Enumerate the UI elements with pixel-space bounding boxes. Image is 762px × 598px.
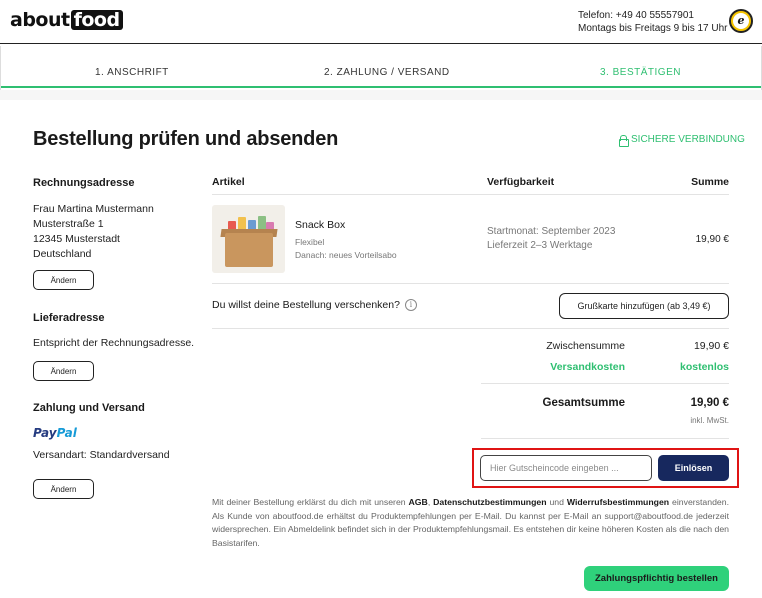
product-divider <box>212 283 729 284</box>
checkout-steps: 1. ANSCHRIFT 2. ZAHLUNG / VERSAND 3. BES… <box>0 46 762 90</box>
opening-hours: Montags bis Freitags 9 bis 17 Uhr <box>578 23 728 34</box>
contact-info: Telefon: +49 40 55557901 Montags bis Fre… <box>578 9 728 35</box>
redeem-voucher-button[interactable]: Einlösen <box>658 455 729 481</box>
availability-info: Startmonat: September 2023 Lieferzeit 2–… <box>487 225 615 253</box>
gift-question-text: Du willst deine Bestellung verschenken? <box>212 299 400 311</box>
steps-progress-line <box>1 86 761 88</box>
privacy-link[interactable]: Datenschutzbestimmungen <box>433 497 546 507</box>
lock-icon <box>619 134 629 147</box>
table-header-divider <box>212 194 729 195</box>
phone-number: Telefon: +49 40 55557901 <box>578 10 694 21</box>
aboutfood-logo[interactable]: about food <box>10 9 123 31</box>
paypal-logo: PayPal <box>33 426 77 440</box>
trusted-shops-badge-icon[interactable]: e <box>729 9 753 33</box>
product-price: 19,90 € <box>695 234 729 245</box>
billing-heading: Rechnungsadresse <box>33 177 135 189</box>
voucher-divider <box>481 438 729 439</box>
info-icon[interactable]: i <box>404 299 417 311</box>
change-payment-button[interactable]: Ändern <box>33 479 94 499</box>
logo-about-text: about <box>10 9 70 31</box>
secure-connection-label: SICHERE VERBINDUNG <box>631 134 745 145</box>
col-header-availability: Verfügbarkeit <box>487 176 555 188</box>
shipping-heading: Lieferadresse <box>33 312 105 324</box>
shipping-cost-value: kostenlos <box>679 361 729 373</box>
shipping-type: Versandart: Standardversand <box>33 449 170 461</box>
total-value: 19,90 € <box>690 397 729 409</box>
col-header-article: Artikel <box>212 176 245 188</box>
step-payment-shipping[interactable]: 2. ZAHLUNG / VERSAND <box>324 67 450 78</box>
product-subscription-note: Danach: neues Vorteilsabo <box>295 250 397 260</box>
delivery-time: Lieferzeit 2–3 Werktage <box>487 240 593 251</box>
withdrawal-link[interactable]: Widerrufsbestimmungen <box>567 497 669 507</box>
billing-name: Frau Martina Mustermann <box>33 203 154 215</box>
paypal-pal: Pal <box>56 426 77 440</box>
vat-note: inkl. MwSt. <box>690 416 729 425</box>
logo-food-text: food <box>70 10 123 30</box>
legal-notice: Mit deiner Bestellung erklärst du dich m… <box>212 496 729 550</box>
add-greeting-card-button[interactable]: Grußkarte hinzufügen (ab 3,49 €) <box>559 293 729 319</box>
place-order-button[interactable]: Zahlungspflichtig bestellen <box>584 566 729 591</box>
step-address[interactable]: 1. ANSCHRIFT <box>95 67 169 78</box>
billing-country: Deutschland <box>33 248 92 260</box>
product-name: Snack Box <box>295 219 346 231</box>
billing-city: 12345 Musterstadt <box>33 233 120 245</box>
product-variant: Flexibel <box>295 237 325 247</box>
legal-sep-2: und <box>546 497 567 507</box>
divider-band <box>0 90 762 100</box>
site-header: about food Telefon: +49 40 55557901 Monta… <box>0 0 762 44</box>
start-month: Startmonat: September 2023 <box>487 226 616 237</box>
shipping-address-text: Entspricht der Rechnungsadresse. <box>33 337 195 349</box>
voucher-code-input[interactable] <box>480 455 652 481</box>
billing-street: Musterstraße 1 <box>33 218 104 230</box>
page-title: Bestellung prüfen und absenden <box>33 128 339 150</box>
secure-connection: SICHERE VERBINDUNG <box>619 134 745 147</box>
legal-intro: Mit deiner Bestellung erklärst du dich m… <box>212 497 409 507</box>
subtotal-value: 19,90 € <box>693 340 729 352</box>
shipping-cost-label: Versandkosten <box>550 361 625 373</box>
change-shipping-button[interactable]: Ändern <box>33 361 94 381</box>
gift-question: Du willst deine Bestellung verschenken? … <box>212 299 417 311</box>
payment-heading: Zahlung und Versand <box>33 402 145 414</box>
paypal-pay: Pay <box>33 426 57 440</box>
col-header-sum: Summe <box>691 176 729 188</box>
total-label: Gesamtsumme <box>542 397 625 409</box>
totals-divider <box>481 383 729 384</box>
agb-link[interactable]: AGB <box>409 497 428 507</box>
change-billing-button[interactable]: Ändern <box>33 270 94 290</box>
step-confirm: 3. BESTÄTIGEN <box>600 67 681 78</box>
billing-address: Frau Martina Mustermann Musterstraße 1 1… <box>33 202 154 262</box>
subtotal-label: Zwischensumme <box>546 340 625 352</box>
trust-badge-letter: e <box>733 13 749 29</box>
gift-divider <box>212 328 729 329</box>
snack-box-image <box>212 205 285 273</box>
